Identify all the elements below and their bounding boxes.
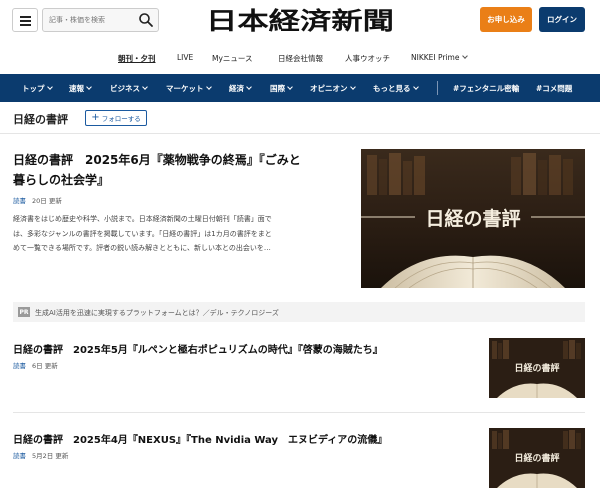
- chevron-down-icon: [412, 84, 419, 90]
- subnav-item-paper[interactable]: 朝刊・夕刊: [118, 53, 156, 64]
- article-thumbnail[interactable]: 日経の書評: [489, 428, 585, 488]
- chevron-down-icon: [246, 84, 252, 90]
- main-navigation: トップ 速報 ビジネス マーケット 経済 国際 オピニオン もっと見る #フェン…: [0, 74, 600, 102]
- desc-line: めて一覧できる場所です。評者の鋭い読み解きとともに、新しい本との出会いを…: [13, 244, 271, 252]
- category-tag[interactable]: 読書: [13, 362, 26, 370]
- chevron-down-icon: [142, 84, 148, 90]
- divider: [0, 133, 600, 134]
- nav-item-more[interactable]: もっと見る: [373, 83, 419, 94]
- nav-item-top[interactable]: トップ: [22, 83, 53, 94]
- subnav-item-nikkei-prime[interactable]: NIKKEI Prime: [411, 53, 469, 62]
- title-line: 暮らしの社会学』: [13, 173, 110, 187]
- nav-item-market[interactable]: マーケット: [166, 83, 212, 94]
- image-caption: 日経の書評: [425, 207, 520, 230]
- featured-article-description: 経済書をはじめ歴史や科学、小説まで。日本経済新聞の土曜日付朝刊「読書」面で は、…: [13, 212, 348, 256]
- menu-bar: [20, 16, 31, 18]
- category-tag[interactable]: 読書: [13, 197, 26, 205]
- update-date: 5月2日 更新: [32, 452, 69, 460]
- hamburger-menu-button[interactable]: [12, 8, 38, 32]
- subnav-item-company-info[interactable]: 日経会社情報: [278, 53, 323, 64]
- nav-item-breaking[interactable]: 速報: [69, 83, 92, 94]
- update-date: 6日 更新: [32, 362, 58, 370]
- nav-divider: [437, 81, 438, 95]
- subnav-item-personnel[interactable]: 人事ウオッチ: [345, 53, 390, 64]
- featured-article-image[interactable]: 日経の書評: [361, 149, 585, 288]
- image-caption: 日経の書評: [514, 452, 559, 464]
- nav-label: 経済: [229, 84, 244, 93]
- logo-text: 日本経済新聞: [206, 6, 394, 35]
- category-tag[interactable]: 読書: [13, 452, 26, 460]
- nav-item-opinion[interactable]: オピニオン: [310, 83, 356, 94]
- desc-line: は、多彩なジャンルの書評を掲載しています。「日経の書評」は1カ月の書評をまと: [13, 229, 272, 238]
- article-thumbnail[interactable]: 日経の書評: [489, 338, 585, 398]
- divider: [13, 412, 585, 413]
- apply-button[interactable]: お申し込み: [480, 7, 532, 32]
- chevron-down-icon: [46, 84, 53, 90]
- nav-label: 速報: [69, 84, 84, 93]
- menu-bar: [20, 20, 31, 22]
- plus-icon: +: [91, 112, 100, 123]
- chevron-down-icon: [86, 84, 92, 90]
- nav-label: オピニオン: [310, 84, 348, 93]
- nav-item-fentanyl[interactable]: #フェンタニル密輸: [453, 83, 519, 94]
- sub-navigation: 朝刊・夕刊 LIVE Myニュース 日経会社情報 人事ウオッチ NIKKEI P…: [0, 48, 600, 70]
- nav-item-business[interactable]: ビジネス: [110, 83, 148, 94]
- article-title[interactable]: 日経の書評 2025年5月『ルペンと極右ポピュリズムの時代』『啓蒙の海賊たち』: [13, 341, 383, 356]
- page-title: 日経の書評: [13, 113, 68, 126]
- nav-item-economy[interactable]: 経済: [229, 83, 252, 94]
- nav-label: 国際: [270, 84, 285, 93]
- pr-text: 生成AI活用を迅速に実現するプラットフォームとは？／デル・テクノロジーズ: [35, 309, 279, 317]
- follow-button[interactable]: + フォローする: [85, 110, 147, 126]
- nav-item-international[interactable]: 国際: [270, 83, 293, 94]
- nav-label: ビジネス: [110, 84, 140, 93]
- article-meta: 読書 6日 更新: [13, 360, 58, 370]
- pr-banner[interactable]: PR 生成AI活用を迅速に実現するプラットフォームとは？／デル・テクノロジーズ: [13, 302, 585, 322]
- title-line: 日経の書評 2025年6月『薬物戦争の終焉』『ごみと: [13, 153, 301, 167]
- site-header: 日本経済新聞 お申し込み ログイン: [0, 0, 600, 40]
- chevron-down-icon: [287, 84, 293, 90]
- menu-bar: [20, 24, 31, 26]
- search-input[interactable]: [43, 9, 135, 31]
- subnav-item-live[interactable]: LIVE: [177, 53, 193, 62]
- chevron-down-icon: [349, 84, 356, 90]
- chevron-down-icon: [205, 84, 212, 90]
- nav-item-rice[interactable]: #コメ問題: [536, 83, 572, 94]
- search-icon[interactable]: [138, 12, 154, 28]
- update-date: 20日 更新: [32, 197, 62, 205]
- follow-label: フォローする: [101, 115, 141, 123]
- nav-label: トップ: [22, 84, 45, 93]
- subnav-item-label: NIKKEI Prime: [411, 53, 460, 62]
- article-meta: 読書 5月2日 更新: [13, 450, 68, 460]
- subnav-item-mynews[interactable]: Myニュース: [212, 53, 253, 64]
- pr-badge: PR: [18, 307, 30, 317]
- featured-article-meta: 読書 20日 更新: [13, 195, 62, 205]
- desc-line: 経済書をはじめ歴史や科学、小説まで。日本経済新聞の土曜日付朝刊「読書」面で: [13, 215, 272, 223]
- nav-label: マーケット: [166, 84, 204, 93]
- nikkei-logo[interactable]: 日本経済新聞: [204, 5, 396, 35]
- search-box: [42, 8, 159, 32]
- chevron-down-icon: [462, 53, 469, 59]
- image-caption: 日経の書評: [514, 362, 559, 374]
- featured-article-title[interactable]: 日経の書評 2025年6月『薬物戦争の終焉』『ごみと 暮らしの社会学』: [13, 150, 348, 190]
- login-button[interactable]: ログイン: [539, 7, 585, 32]
- nav-label: もっと見る: [373, 84, 411, 93]
- article-title[interactable]: 日経の書評 2025年4月『NEXUS』『The Nvidia Way エヌビデ…: [13, 431, 387, 446]
